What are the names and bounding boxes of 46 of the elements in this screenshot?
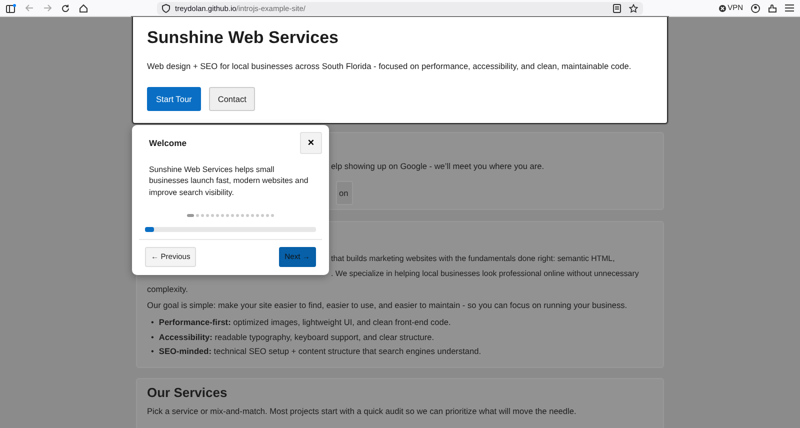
reader-view-icon[interactable] xyxy=(613,4,621,12)
bullet-marker: • xyxy=(151,316,154,328)
popup-title: Welcome xyxy=(149,136,187,150)
step-dot[interactable] xyxy=(271,214,274,218)
section-button[interactable]: on xyxy=(336,180,354,206)
feature-item: Accessibility: readable typography, keyboard support, and clear structure. xyxy=(158,332,434,342)
contact-button[interactable]: Contact xyxy=(208,86,256,112)
step-dot[interactable] xyxy=(211,214,214,218)
menu-icon[interactable] xyxy=(785,4,794,12)
services-text: Pick a service or mix-and-match. Most projects start with a quick audit so we can prioritize what will move the needle. xyxy=(147,404,578,418)
feature-item: Performance-first: optimized images, lightweight UI, and clean front-end code. xyxy=(158,316,451,328)
step-dot[interactable] xyxy=(241,214,244,218)
bullet-marker: • xyxy=(151,346,154,358)
feature-item: SEO-minded: technical SEO setup + content structure that search engines understand. xyxy=(158,346,482,358)
back-icon[interactable] xyxy=(25,4,34,12)
about-paragraph: Our goal is simple: make your site easier to find, easier to use, and easier to maintain - so you can focus on running your business. xyxy=(147,300,628,311)
step-dot[interactable] xyxy=(251,214,254,218)
step-dot[interactable] xyxy=(256,214,259,218)
step-dot[interactable] xyxy=(221,214,224,218)
step-dot[interactable] xyxy=(266,214,269,218)
x-circle-icon xyxy=(718,4,726,12)
step-dot[interactable] xyxy=(216,214,219,218)
step-dot[interactable] xyxy=(206,214,209,218)
shield-icon[interactable] xyxy=(162,4,170,12)
step-dot[interactable] xyxy=(236,214,239,218)
step-dot[interactable] xyxy=(201,214,204,218)
section-text: elp showing up on Google - we’ll meet you where you are. xyxy=(331,161,544,172)
about-text: complexity. xyxy=(147,284,189,294)
step-dot[interactable] xyxy=(246,214,249,218)
sidebar-icon[interactable] xyxy=(6,4,16,12)
account-icon[interactable] xyxy=(751,4,760,12)
hero-title: Sunshine Web Services xyxy=(147,28,340,48)
start-tour-button[interactable]: Start Tour xyxy=(147,86,201,112)
step-dot[interactable] xyxy=(226,214,229,218)
forward-icon[interactable] xyxy=(43,4,52,12)
extensions-icon[interactable] xyxy=(768,4,777,12)
step-dot[interactable] xyxy=(261,214,264,218)
reload-icon[interactable] xyxy=(61,4,70,12)
star-icon[interactable] xyxy=(629,4,638,12)
services-title: Our Services xyxy=(147,385,228,401)
hero-subtitle: Web design + SEO for local businesses across South Florida - focused on performance, accessibility, and clean, maintainable code. xyxy=(147,60,632,73)
bullet-marker: • xyxy=(151,332,154,342)
home-icon[interactable] xyxy=(79,4,88,12)
step-dot[interactable] xyxy=(231,214,234,218)
close-button[interactable]: × xyxy=(300,132,322,154)
step-dot[interactable] xyxy=(196,214,199,218)
